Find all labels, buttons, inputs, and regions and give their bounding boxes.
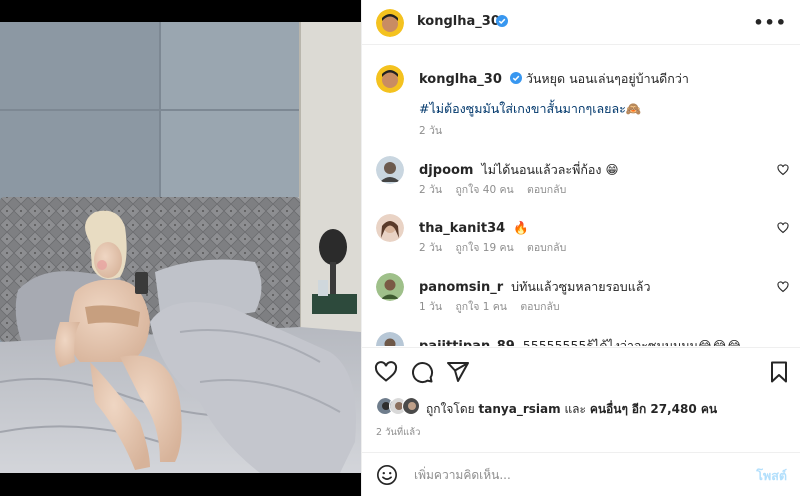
author-avatar[interactable] <box>376 65 404 93</box>
heart-icon[interactable] <box>374 360 398 384</box>
bookmark-icon[interactable] <box>767 360 791 384</box>
caption-time: 2 วัน <box>419 125 443 137</box>
comment-item: paiittipan_89 55555555รู้ได้ไงว่าจะซูมมม… <box>362 332 800 346</box>
comment-text-row: panomsin_r บ่ทันแล้วซูมหลายรอบแล้ว <box>419 278 779 297</box>
likes-text: ถูกใจโดย tanya_rsiam และ คนอื่นๆ อีก 27,… <box>426 400 717 419</box>
instagram-post-modal: konglha_30 ••• konglha_30 วันหยุด นอนเล่… <box>0 0 800 496</box>
author-username[interactable]: konglha_30 <box>417 14 500 29</box>
comment-time: 1 วัน <box>419 301 443 313</box>
commenter-avatar[interactable] <box>376 156 404 184</box>
likes-others-link[interactable]: คนอื่นๆ <box>590 402 628 416</box>
first-liker-username[interactable]: tanya_rsiam <box>479 402 561 416</box>
caption-hashtag[interactable]: #ไม่ต้องซูมมันใส่เกงขาสั้นมากๆเลยละ🙈 <box>419 99 641 119</box>
comment-meta: 1 วัน ถูกใจ 1 คน ตอบกลับ <box>419 298 570 315</box>
comment-likes[interactable]: ถูกใจ 40 คน <box>455 184 513 196</box>
commenter-avatar[interactable] <box>376 273 404 301</box>
liker-avatars <box>376 397 426 417</box>
comment-username[interactable]: panomsin_r <box>419 280 503 295</box>
like-comment-heart-icon[interactable] <box>777 222 789 234</box>
likes-joiner: และ <box>564 402 586 416</box>
caption: konglha_30 วันหยุด นอนเล่นๆอยู่บ้านดีกว่… <box>362 65 800 155</box>
comment-text: 🔥 <box>513 220 529 235</box>
more-options-icon[interactable]: ••• <box>753 13 787 32</box>
comment-text: บ่ทันแล้วซูมหลายรอบแล้ว <box>511 279 651 294</box>
comment-text-row: paiittipan_89 55555555รู้ได้ไงว่าจะซูมมม… <box>419 337 779 346</box>
comment-item: djpoom ไม่ได้นอนแล้วละพี่ก้อง 😁 2 วัน ถู… <box>362 156 800 208</box>
post-details-panel: konglha_30 ••• konglha_30 วันหยุด นอนเล่… <box>361 0 800 496</box>
comment-item: tha_kanit34 🔥 2 วัน ถูกใจ 19 คน ตอบกลับ <box>362 214 800 266</box>
reply-button[interactable]: ตอบกลับ <box>527 242 566 254</box>
post-photo[interactable] <box>0 22 361 473</box>
post-actions-bar <box>362 347 800 393</box>
post-comment-button[interactable]: โพสต์ <box>756 466 787 486</box>
comment-item: panomsin_r บ่ทันแล้วซูมหลายรอบแล้ว 1 วัน… <box>362 273 800 325</box>
caption-text-row: konglha_30 วันหยุด นอนเล่นๆอยู่บ้านดีกว่… <box>419 70 779 89</box>
comment-username[interactable]: paiittipan_89 <box>419 339 515 346</box>
commenter-avatar[interactable] <box>376 214 404 242</box>
comment-username[interactable]: tha_kanit34 <box>419 221 505 236</box>
comment-text: ไม่ได้นอนแล้วละพี่ก้อง 😁 <box>481 162 619 177</box>
comment-username[interactable]: djpoom <box>419 163 473 178</box>
commenter-avatar[interactable] <box>376 332 404 346</box>
likes-summary[interactable]: ถูกใจโดย tanya_rsiam และ คนอื่นๆ อีก 27,… <box>376 397 796 417</box>
comment-icon[interactable] <box>410 360 434 384</box>
comment-text-row: djpoom ไม่ได้นอนแล้วละพี่ก้อง 😁 <box>419 161 779 180</box>
verified-badge-icon <box>496 15 508 27</box>
add-comment-input[interactable] <box>414 465 734 485</box>
comment-likes[interactable]: ถูกใจ 19 คน <box>455 242 513 254</box>
comment-text-row: tha_kanit34 🔥 <box>419 219 779 238</box>
likes-prefix: ถูกใจโดย <box>426 402 475 416</box>
reply-button[interactable]: ตอบกลับ <box>520 301 559 313</box>
caption-text: วันหยุด นอนเล่นๆอยู่บ้านดีกว่า <box>525 71 689 86</box>
emoji-icon[interactable] <box>376 464 398 486</box>
post-header: konglha_30 ••• <box>362 0 800 45</box>
comment-composer: โพสต์ <box>362 452 800 496</box>
share-icon[interactable] <box>446 360 470 384</box>
comment-meta: 2 วัน ถูกใจ 40 คน ตอบกลับ <box>419 181 576 198</box>
likes-count[interactable]: อีก 27,480 คน <box>632 402 717 416</box>
verified-badge-icon <box>509 72 522 84</box>
comment-meta: 2 วัน ถูกใจ 19 คน ตอบกลับ <box>419 239 576 256</box>
reply-button[interactable]: ตอบกลับ <box>527 184 566 196</box>
bedroom-photo-image <box>0 22 361 473</box>
caption-username[interactable]: konglha_30 <box>419 72 502 87</box>
author-avatar[interactable] <box>376 9 404 37</box>
comment-time: 2 วัน <box>419 242 443 254</box>
post-date[interactable]: 2 วันที่แล้ว <box>376 425 420 440</box>
comment-text: 55555555รู้ได้ไงว่าจะซูมมมมม😂😂😂 <box>522 338 742 346</box>
comments-list[interactable]: konglha_30 วันหยุด นอนเล่นๆอยู่บ้านดีกว่… <box>362 46 800 346</box>
liker-avatar <box>402 397 420 415</box>
like-comment-heart-icon[interactable] <box>777 164 789 176</box>
comment-likes[interactable]: ถูกใจ 1 คน <box>455 301 507 313</box>
comment-time: 2 วัน <box>419 184 443 196</box>
like-comment-heart-icon[interactable] <box>777 281 789 293</box>
